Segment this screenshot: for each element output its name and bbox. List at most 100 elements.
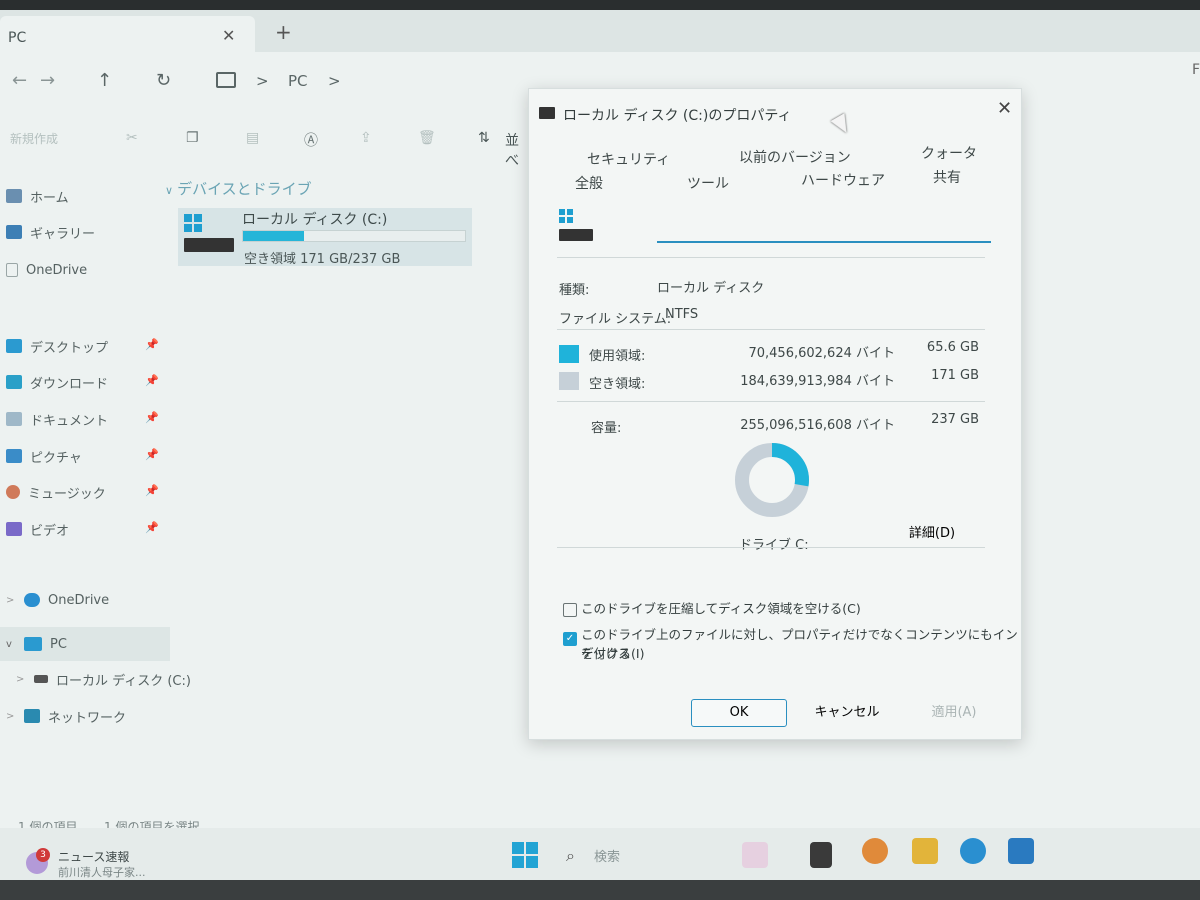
tab-general[interactable]: 全般 [575, 173, 603, 193]
pin-icon[interactable]: 📌 [145, 521, 159, 534]
used-space-swatch [559, 345, 579, 363]
tab-previous-versions[interactable]: 以前のバージョン [739, 147, 851, 167]
chevron-down-icon: ∨ [165, 184, 174, 197]
store-icon[interactable] [1008, 838, 1034, 864]
drive-usage-fill [243, 231, 305, 241]
pin-icon[interactable]: 📌 [145, 484, 159, 497]
divider [557, 401, 985, 402]
drive-tile-c[interactable]: ローカル ディスク (C:) 空き領域 171 GB/237 GB [178, 208, 472, 267]
close-icon[interactable]: ✕ [997, 98, 1012, 119]
download-icon [6, 375, 22, 389]
used-space-bytes: 70,456,602,624 バイト [748, 346, 895, 361]
cut-icon[interactable]: ✂ [126, 130, 138, 146]
divider [557, 329, 985, 330]
pin-icon[interactable]: 📌 [145, 374, 159, 387]
edge-browser-icon[interactable] [960, 838, 986, 864]
copy-icon[interactable]: ❐ [186, 130, 199, 146]
sidebar-item-label: OneDrive [26, 262, 88, 278]
tab-sharing[interactable]: 共有 [933, 167, 961, 187]
rename-icon[interactable]: Ⓐ [304, 130, 318, 150]
sidebar-item-pictures[interactable]: ピクチャ [6, 442, 82, 470]
expand-chevron-icon[interactable]: > [6, 595, 16, 606]
capacity-label: 容量: [591, 421, 622, 436]
capacity-bytes: 255,096,516,608 バイト [740, 418, 895, 433]
drive-name: ローカル ディスク (C:) [242, 212, 388, 228]
start-windows-icon[interactable] [512, 842, 538, 868]
task-view-icon[interactable] [810, 842, 832, 868]
drive-icon [539, 107, 555, 119]
forward-arrow-icon[interactable]: → [40, 70, 55, 91]
index-checkbox[interactable]: ✓ [563, 632, 577, 646]
cancel-button[interactable]: キャンセル [799, 699, 895, 727]
usage-donut-chart [735, 443, 809, 517]
tab-quota[interactable]: クォータ [921, 143, 977, 163]
breadcrumb-separator[interactable]: > [328, 72, 341, 90]
sidebar-item-label: ギャラリー [30, 226, 96, 242]
music-icon [6, 485, 20, 499]
pin-icon[interactable]: 📌 [145, 448, 159, 461]
sidebar-item-label: ホーム [30, 190, 69, 206]
paste-icon[interactable]: ▤ [246, 130, 259, 146]
delete-icon[interactable]: 🗑 [418, 130, 436, 146]
tree-item-pc[interactable]: v PC [6, 630, 67, 658]
drive-free-space: 空き領域 171 GB/237 GB [244, 252, 401, 267]
used-space-label: 使用領域: [589, 349, 646, 364]
used-space-gb: 65.6 GB [926, 340, 979, 355]
ok-button[interactable]: OK [691, 699, 787, 727]
gallery-icon [6, 225, 22, 239]
news-widget[interactable]: 3 ニュース速報 前川清人母子家... [22, 848, 162, 879]
folder-icon[interactable] [912, 838, 938, 864]
sidebar-item-videos[interactable]: ビデオ [6, 515, 69, 543]
divider [557, 547, 985, 548]
drive-name-input[interactable] [657, 217, 991, 243]
sidebar-item-music[interactable]: ミュージック [6, 478, 106, 506]
taskbar: 3 ニュース速報 前川清人母子家... ⌕ 検索 [0, 828, 1200, 880]
new-button[interactable]: 新規作成 [10, 130, 58, 147]
sort-icon[interactable]: ⇅ [478, 130, 490, 146]
command-bar: 新規作成 ✂ ❐ ▤ Ⓐ ⇪ 🗑 ⇅ 並べ [0, 122, 530, 169]
pin-icon[interactable]: 📌 [145, 338, 159, 351]
copilot-icon[interactable] [742, 842, 768, 868]
tab-pc[interactable]: PC ✕ [0, 16, 255, 52]
tree-item-onedrive[interactable]: > OneDrive [6, 586, 109, 614]
sidebar-item-onedrive[interactable]: OneDrive [6, 256, 87, 284]
tree-item-local-disk[interactable]: > ローカル ディスク (C:) [16, 665, 191, 693]
sidebar-item-home[interactable]: ホーム [6, 182, 69, 210]
apply-button[interactable]: 適用(A) [909, 699, 999, 727]
monitor-icon[interactable] [216, 72, 236, 88]
tab-security[interactable]: セキュリティ [587, 149, 670, 169]
breadcrumb-pc[interactable]: PC [288, 72, 308, 90]
sidebar-item-desktop[interactable]: デスクトップ [6, 332, 108, 360]
drive-icon [559, 229, 593, 241]
expand-chevron-icon[interactable]: > [6, 711, 16, 722]
copilot-app-icon[interactable] [862, 838, 888, 864]
properties-dialog: ローカル ディスク (C:)のプロパティ ✕ セキュリティ 以前のバージョン ク… [528, 88, 1022, 740]
collapse-chevron-icon[interactable]: v [6, 639, 16, 650]
close-icon[interactable]: ✕ [222, 26, 235, 45]
tab-hardware[interactable]: ハードウェア [801, 170, 885, 190]
details-button[interactable]: 詳細(D) [889, 521, 975, 545]
section-devices-drives[interactable]: ∨ デバイスとドライブ [165, 178, 312, 199]
sidebar-item-gallery[interactable]: ギャラリー [6, 218, 95, 246]
up-arrow-icon[interactable]: ↑ [97, 70, 112, 91]
share-icon[interactable]: ⇪ [360, 130, 372, 146]
tab-tools[interactable]: ツール [687, 173, 729, 193]
document-icon [6, 412, 22, 426]
search-icon[interactable]: ⌕ [566, 846, 575, 866]
free-space-swatch [559, 372, 579, 390]
picture-icon [6, 449, 22, 463]
pin-icon[interactable]: 📌 [145, 411, 159, 424]
back-arrow-icon[interactable]: ← [12, 70, 27, 91]
drive-usage-bar [242, 230, 466, 242]
new-tab-button[interactable]: + [275, 20, 292, 44]
tree-item-network[interactable]: > ネットワーク [6, 702, 126, 730]
sort-button[interactable]: 並べ [505, 130, 530, 170]
expand-chevron-icon[interactable]: > [16, 674, 26, 685]
compress-checkbox[interactable] [563, 603, 577, 617]
search-label[interactable]: 検索 [594, 846, 620, 865]
sidebar-item-downloads[interactable]: ダウンロード [6, 368, 108, 396]
breadcrumb-separator: > [256, 72, 269, 90]
sidebar-item-documents[interactable]: ドキュメント [6, 405, 108, 433]
refresh-icon[interactable]: ↻ [156, 70, 171, 91]
drive-letter-label: ドライブ C: [739, 538, 809, 553]
